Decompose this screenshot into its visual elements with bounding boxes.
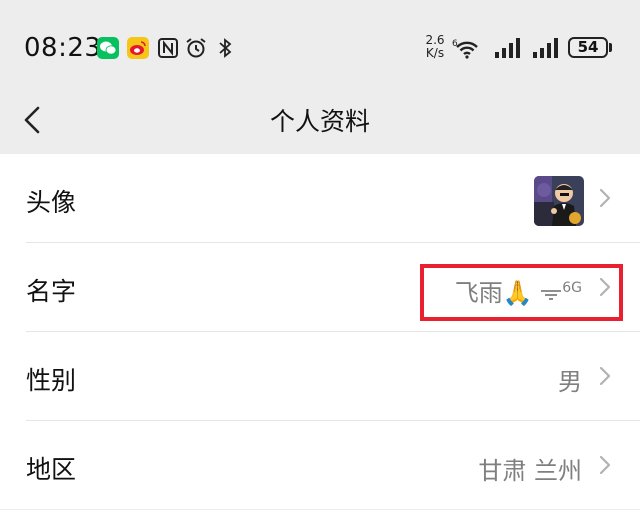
bluetooth-icon bbox=[219, 38, 232, 58]
row-label: 地区 bbox=[26, 455, 77, 484]
row-label: 性别 bbox=[26, 366, 77, 395]
weibo-icon bbox=[127, 37, 149, 59]
chevron-left-icon bbox=[24, 106, 40, 134]
back-button[interactable] bbox=[14, 100, 54, 140]
chevron-right-icon bbox=[599, 455, 611, 475]
status-bar: 08:23 2.6 K/s 6 54 bbox=[0, 0, 640, 96]
row-label: 头像 bbox=[26, 188, 77, 217]
status-time: 08:23 bbox=[24, 33, 102, 63]
nav-bar: 个人资料 bbox=[0, 96, 640, 152]
profile-row-region[interactable]: 地区 甘肃 兰州 bbox=[0, 421, 640, 510]
battery-indicator: 54 bbox=[568, 37, 608, 58]
gender-value: 男 bbox=[558, 368, 582, 396]
region-value: 甘肃 兰州 bbox=[478, 457, 582, 485]
profile-row-gender[interactable]: 性别 男 bbox=[0, 332, 640, 421]
row-label: 名字 bbox=[26, 277, 77, 306]
svg-text:6: 6 bbox=[452, 39, 458, 49]
profile-list: 头像 名字 飞雨🙏 6G 性别 男 地区 甘肃 兰州 bbox=[0, 154, 640, 509]
signal-icon bbox=[533, 38, 558, 58]
network-speed: 2.6 K/s bbox=[422, 34, 448, 60]
nfc-icon bbox=[158, 38, 178, 58]
avatar[interactable] bbox=[534, 176, 584, 226]
page-title: 个人资料 bbox=[269, 107, 370, 136]
wechat-icon bbox=[97, 37, 119, 59]
battery-tip bbox=[609, 43, 612, 52]
network-speed-unit: K/s bbox=[425, 46, 445, 60]
alarm-icon bbox=[186, 38, 206, 58]
chevron-right-icon bbox=[599, 188, 611, 208]
highlight-annotation bbox=[420, 264, 623, 321]
chevron-right-icon bbox=[599, 366, 611, 386]
profile-row-avatar[interactable]: 头像 bbox=[0, 154, 640, 243]
signal-icon bbox=[495, 38, 520, 58]
wifi-6-icon: 6 bbox=[452, 39, 478, 59]
